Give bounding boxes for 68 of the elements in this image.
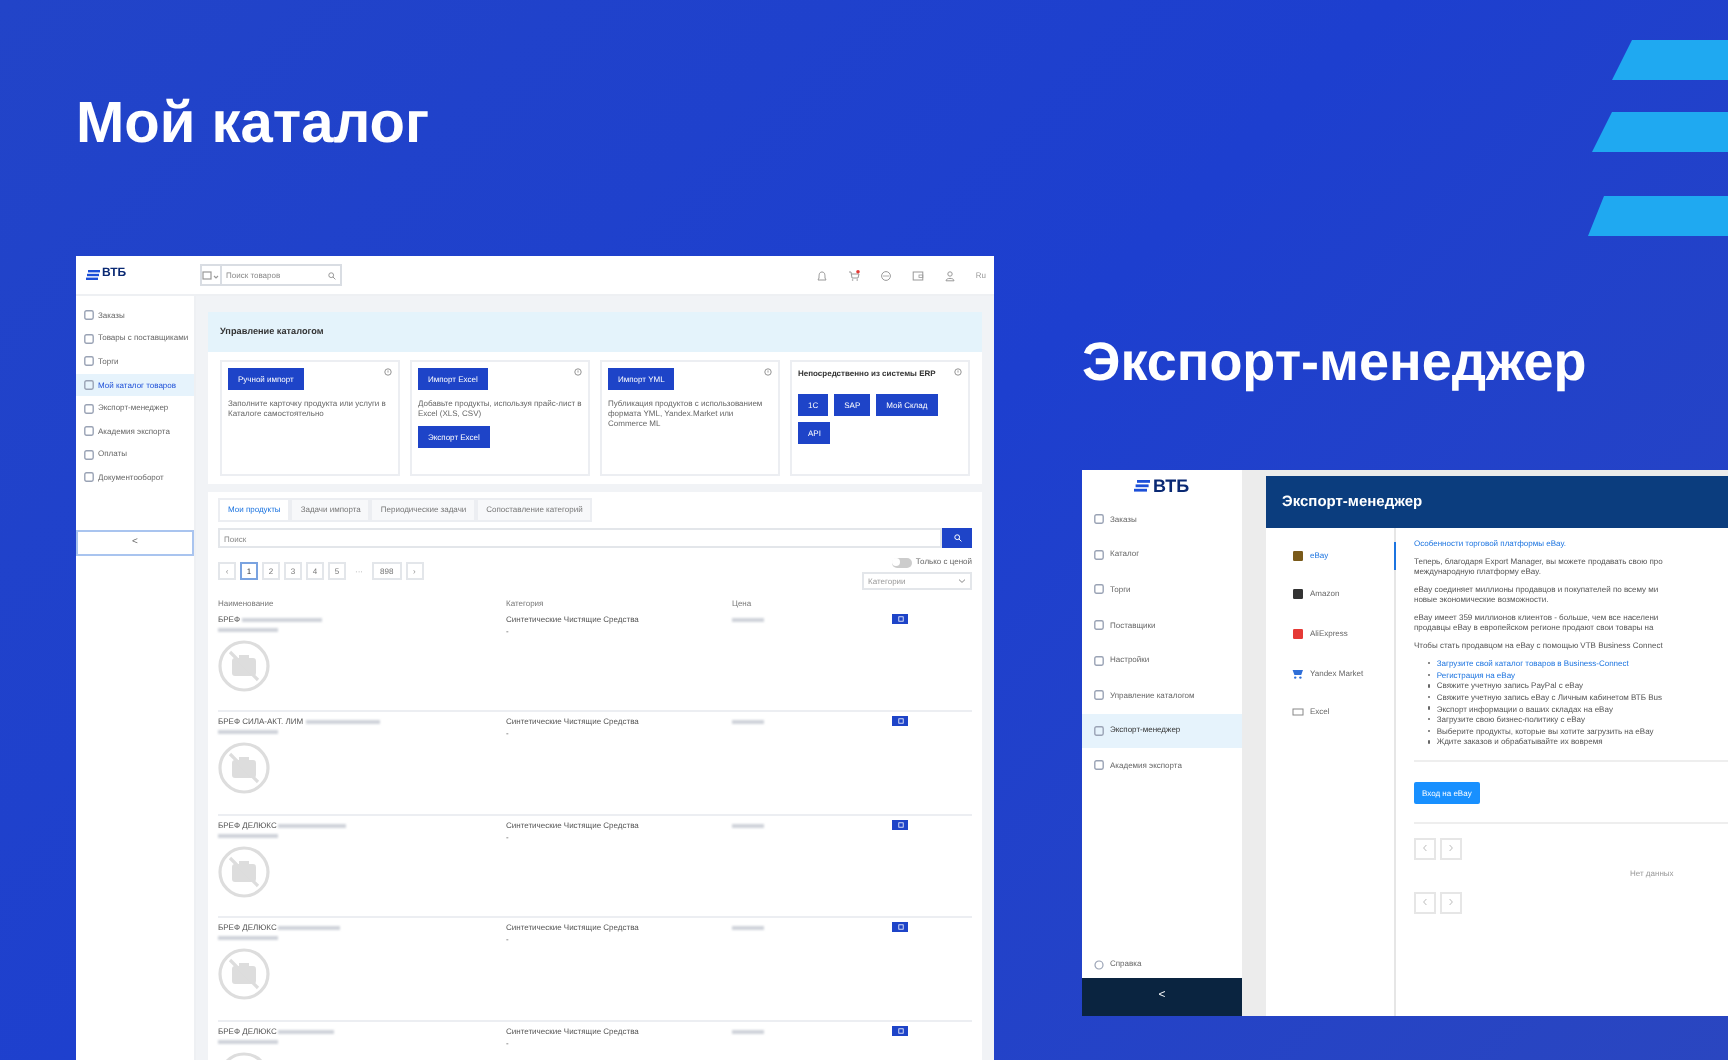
- menu-item-icon: [1094, 690, 1104, 701]
- menu-item-icon: [84, 403, 94, 414]
- cart-icon[interactable]: [847, 269, 860, 281]
- redacted-text: [278, 926, 341, 931]
- no-photo-icon: [218, 845, 270, 898]
- redacted-text: [278, 823, 347, 828]
- chevron-left-icon: [1422, 898, 1428, 907]
- logo-icon: [86, 270, 100, 280]
- menu-item-icon: [84, 449, 94, 460]
- bell-icon[interactable]: [815, 269, 828, 281]
- user-icon[interactable]: [943, 269, 956, 281]
- toggle-switch[interactable]: [891, 557, 912, 567]
- edit-button[interactable]: [892, 716, 908, 727]
- redacted-text: [732, 720, 764, 725]
- menu-item-icon: [1094, 620, 1104, 631]
- category-picker[interactable]: [200, 264, 222, 286]
- redacted-text: [218, 833, 278, 838]
- menu-item-icon: [1094, 549, 1104, 560]
- redacted-text: [218, 730, 278, 735]
- logo-text: ВТБ: [1152, 477, 1190, 495]
- headline: Мой каталог: [76, 96, 430, 154]
- edit-button[interactable]: [892, 819, 908, 830]
- search-button[interactable]: [942, 528, 972, 548]
- file-icon: [1292, 706, 1304, 719]
- redacted-text: [732, 926, 764, 931]
- menu-item-icon: [84, 310, 94, 321]
- chevron-left-icon: [1422, 844, 1428, 853]
- info-icon: [954, 368, 962, 376]
- menu-item-icon: [84, 356, 94, 367]
- info-icon: [574, 368, 582, 376]
- edit-button[interactable]: [892, 922, 908, 933]
- redacted-text: [218, 936, 278, 941]
- menu-item-icon: [1094, 584, 1104, 595]
- redacted-text: [278, 1029, 335, 1034]
- menu-item-icon: [84, 333, 94, 344]
- search-icon: [953, 534, 961, 542]
- redacted-text: [305, 720, 380, 725]
- redacted-text: [732, 823, 764, 828]
- menu-item-icon: [84, 380, 94, 391]
- menu-item-icon: [84, 472, 94, 483]
- edit-button[interactable]: [892, 614, 908, 624]
- chevron-down-icon: [958, 578, 966, 584]
- no-photo-icon: [218, 742, 270, 795]
- info-icon: [764, 368, 772, 376]
- menu-item-icon: [1094, 760, 1104, 771]
- pager-button[interactable]: [1440, 837, 1462, 860]
- no-photo-icon: [218, 640, 270, 692]
- info-icon: [384, 368, 392, 376]
- menu-item-icon: [1094, 725, 1104, 736]
- help-icon: [1094, 959, 1104, 969]
- pager-button[interactable]: [1414, 837, 1436, 860]
- no-photo-icon: [218, 948, 270, 1001]
- cart-icon: [1292, 667, 1304, 680]
- chat-icon[interactable]: [879, 269, 892, 281]
- headline: Экспорт-менеджер: [1082, 336, 1587, 390]
- chevron-right-icon: [1448, 844, 1454, 853]
- edit-button[interactable]: [892, 1025, 908, 1036]
- menu-item-icon: [1094, 514, 1104, 525]
- redacted-text: [218, 1039, 278, 1044]
- redacted-text: [732, 617, 764, 622]
- wallet-icon[interactable]: [911, 269, 924, 281]
- menu-item-icon: [84, 426, 94, 437]
- pager-button[interactable]: [1440, 891, 1462, 914]
- pager-button[interactable]: [1414, 891, 1436, 914]
- chevron-right-icon: [1448, 898, 1454, 907]
- menu-item-icon: [1094, 655, 1104, 666]
- logo-icon: [1134, 480, 1151, 492]
- search-icon: [328, 271, 336, 279]
